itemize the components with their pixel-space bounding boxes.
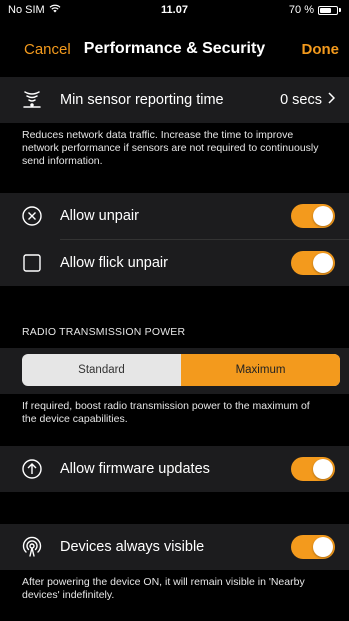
battery-icon <box>318 5 338 15</box>
allow-unpair-toggle[interactable] <box>291 204 335 228</box>
radio-section-header: RADIO TRANSMISSION POWER <box>22 326 186 338</box>
sensor-reporting-value: 0 secs <box>280 92 322 108</box>
chevron-right-icon <box>328 92 336 108</box>
circle-x-icon <box>20 204 44 228</box>
battery-text: 70 % <box>288 4 314 16</box>
done-button[interactable]: Done <box>302 41 340 58</box>
firmware-updates-label: Allow firmware updates <box>60 461 210 477</box>
devices-visible-row: Devices always visible <box>0 524 349 570</box>
arrow-up-circle-icon <box>20 457 44 481</box>
segment-standard[interactable]: Standard <box>22 354 181 386</box>
nav-bar: Cancel Performance & Security Done <box>0 20 349 77</box>
allow-flick-unpair-toggle[interactable] <box>291 251 335 275</box>
devices-visible-toggle[interactable] <box>291 535 335 559</box>
radio-power-segmented-control: Standard Maximum <box>22 354 340 386</box>
firmware-updates-row: Allow firmware updates <box>0 446 349 492</box>
radio-power-segment-wrap: Standard Maximum <box>0 348 349 394</box>
allow-unpair-label: Allow unpair <box>60 208 139 224</box>
square-icon <box>20 251 44 275</box>
radio-footer-text: If required, boost radio transmission po… <box>22 400 310 425</box>
allow-unpair-row: Allow unpair <box>0 193 349 239</box>
page-title: Performance & Security <box>83 40 266 57</box>
segment-maximum[interactable]: Maximum <box>181 354 340 386</box>
sensor-reporting-row[interactable]: Min sensor reporting time 0 secs <box>0 77 349 123</box>
allow-flick-unpair-label: Allow flick unpair <box>60 255 168 271</box>
status-bar: No SIM 11.07 70 % <box>0 0 349 20</box>
sensor-reporting-label: Min sensor reporting time <box>60 92 224 108</box>
devices-visible-label: Devices always visible <box>60 539 205 555</box>
allow-flick-unpair-row: Allow flick unpair <box>0 240 349 286</box>
devices-visible-footer-text: After powering the device ON, it will re… <box>22 576 305 601</box>
sensor-waves-icon <box>20 88 44 112</box>
firmware-updates-toggle[interactable] <box>291 457 335 481</box>
sensor-footer-text: Reduces network data traffic. Increase t… <box>22 129 319 167</box>
broadcast-icon <box>20 535 44 559</box>
